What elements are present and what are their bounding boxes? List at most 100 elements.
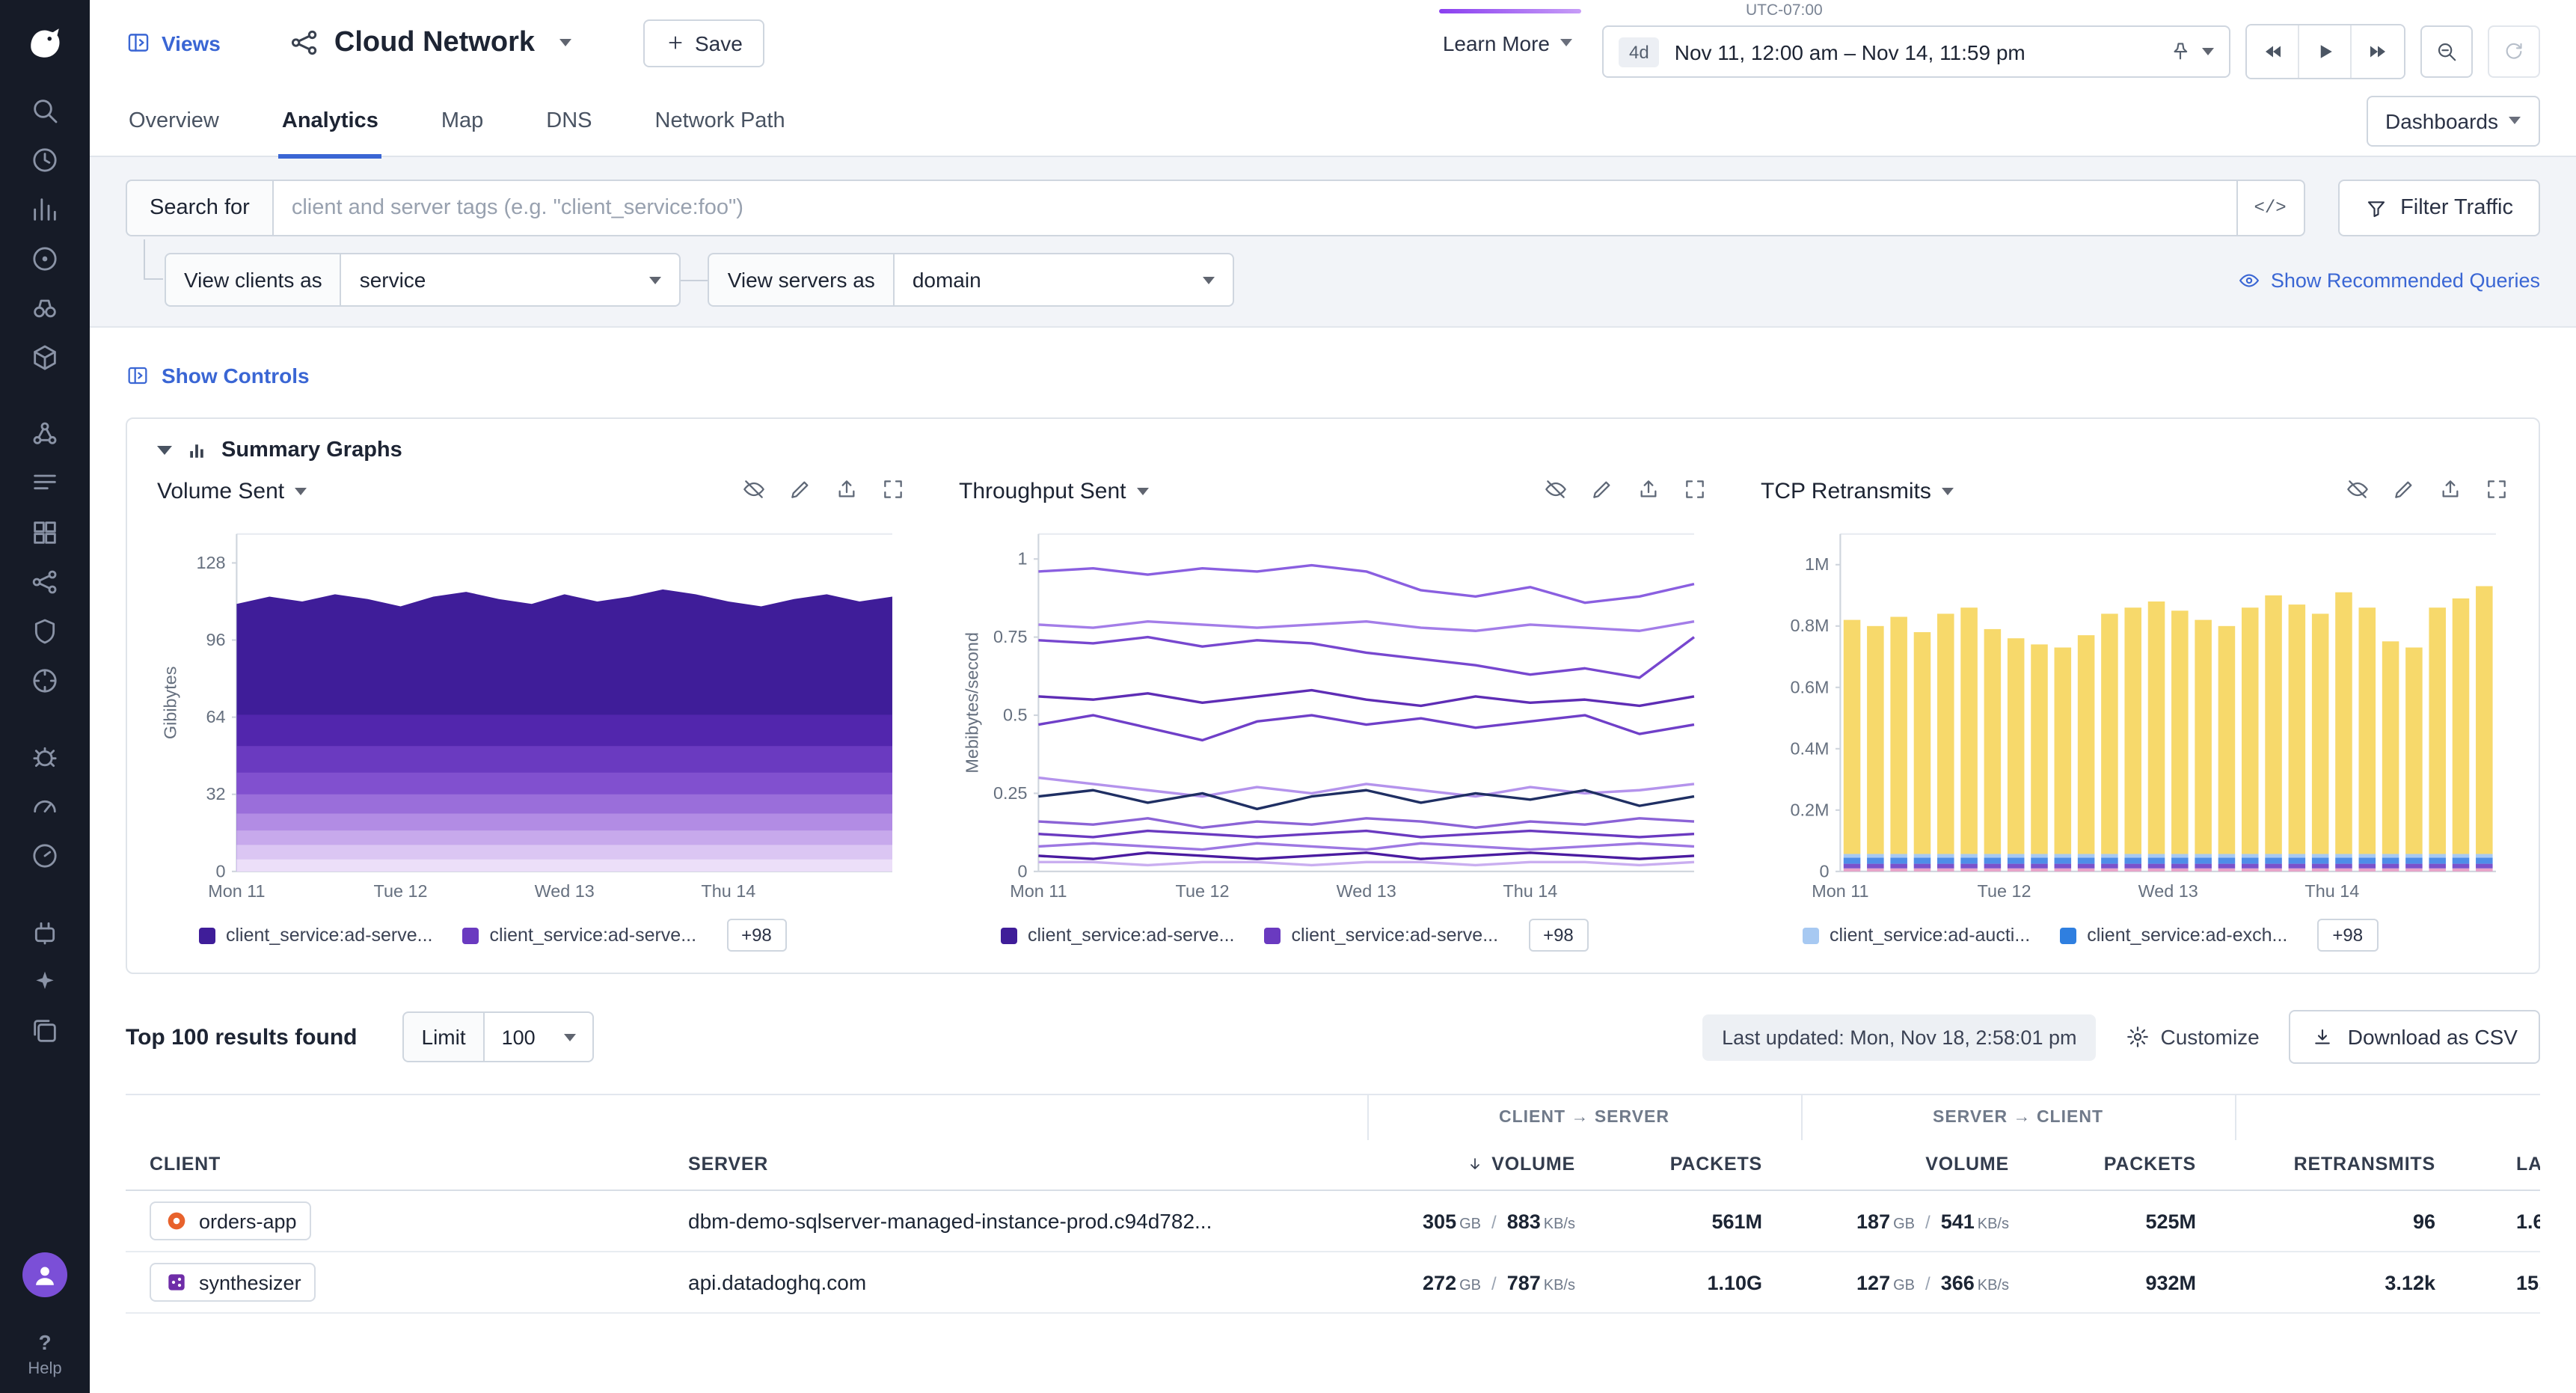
col-retransmits[interactable]: RETRANSMITS bbox=[2235, 1139, 2474, 1190]
server-name[interactable]: dbm-demo-sqlserver-managed-instance-prod… bbox=[664, 1190, 1367, 1252]
save-label: Save bbox=[695, 31, 743, 55]
legend-more-badge[interactable]: +98 bbox=[2317, 919, 2378, 952]
export-icon[interactable] bbox=[2438, 477, 2462, 506]
legend-item[interactable]: client_service:ad-exch... bbox=[2060, 925, 2287, 946]
volume-sent-chart[interactable]: 0326496128Mon 11Tue 12Wed 13Thu 14Gibiby… bbox=[157, 512, 905, 913]
code-toggle-button[interactable]: </> bbox=[2236, 180, 2304, 236]
containers-icon[interactable] bbox=[18, 507, 72, 557]
fullscreen-icon[interactable] bbox=[1683, 477, 1707, 506]
learn-more-dropdown[interactable]: Learn More bbox=[1440, 0, 1581, 85]
edit-pencil-icon[interactable] bbox=[788, 477, 812, 506]
synthetics-icon[interactable] bbox=[18, 655, 72, 705]
col-packets[interactable]: PACKETS bbox=[1614, 1139, 1801, 1190]
logs-icon[interactable] bbox=[18, 458, 72, 507]
help-button[interactable]: ? Help bbox=[28, 1330, 61, 1378]
dashboards-dropdown[interactable]: Dashboards bbox=[2366, 95, 2540, 146]
error-tracking-icon[interactable] bbox=[18, 732, 72, 781]
tab-map[interactable]: Map bbox=[438, 85, 486, 156]
retransmits-value: 3.12k bbox=[2385, 1272, 2435, 1294]
legend-more-badge[interactable]: +98 bbox=[1528, 919, 1589, 952]
view-servers-select[interactable]: domain bbox=[893, 253, 1234, 307]
monitors-icon[interactable] bbox=[18, 830, 72, 880]
hosts-icon[interactable] bbox=[18, 907, 72, 956]
save-button[interactable]: Save bbox=[643, 19, 765, 67]
col-latency[interactable]: LATENCY bbox=[2474, 1139, 2540, 1190]
page-title-dropdown[interactable]: Cloud Network bbox=[289, 26, 571, 59]
legend-item[interactable]: client_service:ad-serve... bbox=[1265, 925, 1499, 946]
server-name[interactable]: api.datadoghq.com bbox=[664, 1252, 1367, 1313]
layers-icon[interactable] bbox=[18, 1005, 72, 1055]
ci-tools-icon[interactable] bbox=[18, 781, 72, 830]
col-client[interactable]: CLIENT bbox=[126, 1139, 664, 1190]
legend-item[interactable]: client_service:ad-serve... bbox=[199, 925, 433, 946]
hide-eye-off-icon[interactable] bbox=[742, 477, 766, 506]
volume-sent-title-dropdown[interactable]: Volume Sent bbox=[157, 479, 307, 504]
tcp-retransmits-title-dropdown[interactable]: TCP Retransmits bbox=[1761, 479, 1954, 504]
client-chip[interactable]: orders-app bbox=[150, 1201, 312, 1240]
edit-pencil-icon[interactable] bbox=[2392, 477, 2416, 506]
metrics-icon[interactable] bbox=[18, 184, 72, 233]
legend-swatch bbox=[1001, 927, 1017, 943]
hide-eye-off-icon[interactable] bbox=[1544, 477, 1568, 506]
tcp-retransmits-chart[interactable]: 00.2M0.4M0.6M0.8M1MMon 11Tue 12Wed 13Thu… bbox=[1761, 512, 2509, 913]
network-icon[interactable] bbox=[18, 557, 72, 606]
security-icon[interactable] bbox=[18, 606, 72, 655]
search-icon[interactable] bbox=[18, 85, 72, 135]
table-row[interactable]: synthesizer api.datadoghq.com 272GB/787K… bbox=[126, 1252, 2540, 1313]
hide-eye-off-icon[interactable] bbox=[2346, 477, 2370, 506]
user-avatar[interactable] bbox=[22, 1252, 67, 1297]
copilot-sparkle-icon[interactable] bbox=[18, 956, 72, 1005]
show-recommended-queries-link[interactable]: Show Recommended Queries bbox=[2238, 269, 2540, 291]
throughput-sent-title-dropdown[interactable]: Throughput Sent bbox=[959, 479, 1149, 504]
zoom-out-icon[interactable] bbox=[2420, 25, 2473, 78]
play-icon[interactable] bbox=[2299, 25, 2352, 78]
search-input[interactable] bbox=[272, 180, 2236, 236]
export-icon[interactable] bbox=[1637, 477, 1660, 506]
legend-item[interactable]: client_service:ad-serve... bbox=[1001, 925, 1235, 946]
views-button[interactable]: Views bbox=[126, 30, 221, 55]
tab-analytics[interactable]: Analytics bbox=[279, 85, 381, 156]
fast-forward-icon[interactable] bbox=[2352, 25, 2404, 78]
tab-overview[interactable]: Overview bbox=[126, 85, 222, 156]
apm-icon[interactable] bbox=[18, 408, 72, 458]
throughput-sent-chart[interactable]: 00.250.50.751Mon 11Tue 12Wed 13Thu 14Meb… bbox=[959, 512, 1707, 913]
col-volume[interactable]: VOLUME bbox=[1801, 1139, 2048, 1190]
results-table-wrap: CLIENT → SERVER SERVER → CLIENT CLIENT S… bbox=[126, 1094, 2540, 1314]
limit-select[interactable]: 100 bbox=[484, 1011, 595, 1062]
collapse-chevron-icon[interactable] bbox=[157, 446, 172, 455]
integrations-icon[interactable] bbox=[18, 332, 72, 382]
time-range-picker[interactable]: 4d Nov 11, 12:00 am – Nov 14, 11:59 pm bbox=[1602, 25, 2230, 78]
show-controls-link[interactable]: Show Controls bbox=[126, 364, 310, 388]
export-icon[interactable] bbox=[835, 477, 859, 506]
limit-group: Limit 100 bbox=[402, 1011, 595, 1062]
tab-network-path[interactable]: Network Path bbox=[652, 85, 788, 156]
legend-swatch bbox=[199, 927, 215, 943]
watchdog-icon[interactable] bbox=[18, 283, 72, 332]
fullscreen-icon[interactable] bbox=[2485, 477, 2509, 506]
filter-traffic-button[interactable]: Filter Traffic bbox=[2337, 180, 2540, 236]
legend-item[interactable]: client_service:ad-aucti... bbox=[1803, 925, 2030, 946]
view-clients-select[interactable]: service bbox=[340, 253, 681, 307]
legend-more-badge[interactable]: +98 bbox=[726, 919, 787, 952]
legend-swatch bbox=[463, 927, 479, 943]
svg-text:32: 32 bbox=[206, 784, 225, 803]
dashboards-icon[interactable] bbox=[18, 233, 72, 283]
edit-pencil-icon[interactable] bbox=[1590, 477, 1614, 506]
client-chip[interactable]: synthesizer bbox=[150, 1263, 316, 1302]
results-table: CLIENT → SERVER SERVER → CLIENT CLIENT S… bbox=[126, 1094, 2540, 1314]
rewind-icon[interactable] bbox=[2247, 25, 2299, 78]
limit-value: 100 bbox=[502, 1026, 536, 1048]
customize-button[interactable]: Customize bbox=[2126, 1025, 2259, 1049]
datadog-logo[interactable] bbox=[0, 0, 90, 85]
table-row[interactable]: orders-app dbm-demo-sqlserver-managed-in… bbox=[126, 1190, 2540, 1252]
col-server[interactable]: SERVER bbox=[664, 1139, 1367, 1190]
pin-icon[interactable] bbox=[2169, 40, 2192, 63]
col-packets[interactable]: PACKETS bbox=[2048, 1139, 2235, 1190]
refresh-icon[interactable] bbox=[2488, 25, 2540, 78]
download-csv-button[interactable]: Download as CSV bbox=[2290, 1010, 2540, 1064]
history-icon[interactable] bbox=[18, 135, 72, 184]
fullscreen-icon[interactable] bbox=[881, 477, 905, 506]
legend-item[interactable]: client_service:ad-serve... bbox=[463, 925, 697, 946]
tab-dns[interactable]: DNS bbox=[543, 85, 595, 156]
col-volume-sort[interactable]: VOLUME bbox=[1367, 1139, 1614, 1190]
